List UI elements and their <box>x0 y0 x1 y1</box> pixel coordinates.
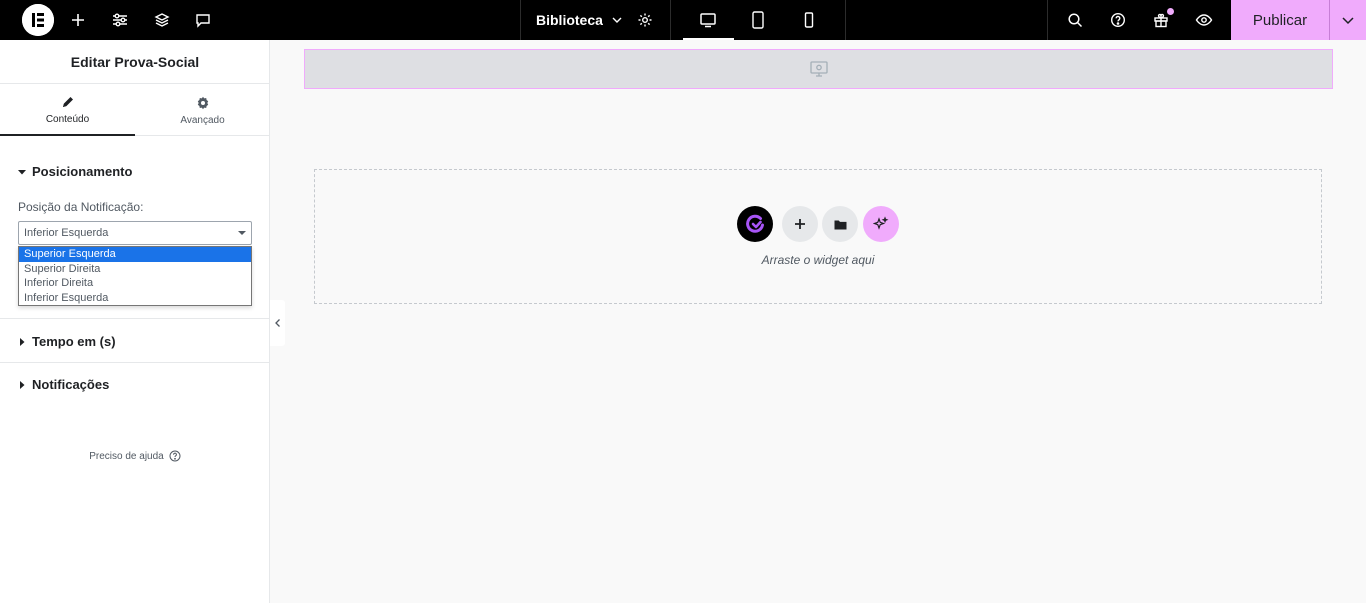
add-section-button[interactable] <box>782 206 818 242</box>
section-positioning[interactable]: Posicionamento <box>18 164 132 179</box>
toolbar-divider <box>845 0 846 40</box>
caret-down-icon <box>18 168 28 176</box>
add-template-button[interactable] <box>822 206 858 242</box>
tab-content[interactable]: Conteúdo <box>0 84 135 136</box>
panel-title: Editar Prova-Social <box>0 40 270 84</box>
panel-tabs: Conteúdo Avançado <box>0 84 270 136</box>
top-bar: Biblioteca Publicar <box>0 0 1366 40</box>
ai-generate-button[interactable] <box>863 206 899 242</box>
tablet-icon[interactable] <box>738 0 778 40</box>
help-icon <box>169 450 181 462</box>
position-select-value: Inferior Esquerda <box>24 227 109 239</box>
dropdown-option[interactable]: Superior Direita <box>19 262 251 277</box>
section-divider <box>0 318 270 319</box>
publish-label: Publicar <box>1252 11 1308 29</box>
notification-dot <box>1167 8 1174 15</box>
desktop-placeholder-icon <box>809 59 829 79</box>
position-select[interactable]: Inferior Esquerda <box>18 221 252 245</box>
eye-icon[interactable] <box>1184 0 1224 40</box>
toolbar-divider <box>1047 0 1048 40</box>
toolbar-divider <box>520 0 521 40</box>
header-section[interactable] <box>304 49 1333 89</box>
caret-right-icon <box>18 380 28 389</box>
search-icon[interactable] <box>1055 0 1095 40</box>
template-kit-button[interactable] <box>737 206 773 242</box>
widget-drop-zone[interactable] <box>314 169 1322 304</box>
select-arrow-icon <box>238 231 246 235</box>
settings-sliders-icon[interactable] <box>100 0 140 40</box>
section-notifications[interactable]: Notificações <box>18 377 109 392</box>
collapse-panel-button[interactable] <box>270 300 285 346</box>
library-button[interactable]: Biblioteca <box>536 0 623 40</box>
brand-logo-icon <box>744 213 766 235</box>
help-icon[interactable] <box>1098 0 1138 40</box>
gear-icon <box>196 95 210 111</box>
section-notifications-label: Notificações <box>32 377 110 392</box>
chevron-down-icon <box>1341 13 1355 27</box>
tab-content-label: Conteúdo <box>45 113 90 125</box>
active-device-indicator <box>683 38 734 40</box>
section-time[interactable]: Tempo em (s) <box>18 334 116 349</box>
dropdown-option[interactable]: Inferior Esquerda <box>19 291 251 306</box>
section-divider <box>0 362 270 363</box>
section-positioning-label: Posicionamento <box>32 164 133 179</box>
chevron-down-icon <box>611 14 623 26</box>
publish-button[interactable]: Publicar <box>1231 0 1329 40</box>
section-time-label: Tempo em (s) <box>32 334 116 349</box>
drop-hint: Arraste o widget aqui <box>761 253 875 267</box>
folder-icon <box>834 219 847 230</box>
editor-panel: Editar Prova-Social Conteúdo Avançado Po… <box>0 40 270 603</box>
toolbar-divider <box>670 0 671 40</box>
help-label: Preciso de ajuda <box>89 450 164 462</box>
publish-options-button[interactable] <box>1330 0 1366 40</box>
position-dropdown: Superior Esquerda Superior Direita Infer… <box>18 246 252 306</box>
elementor-logo-icon[interactable] <box>22 4 54 36</box>
tab-advanced[interactable]: Avançado <box>135 84 270 136</box>
position-field-label: Posição da Notificação: <box>18 200 144 214</box>
add-icon[interactable] <box>58 0 98 40</box>
chevron-left-icon <box>274 318 282 328</box>
dropdown-option[interactable]: Inferior Direita <box>19 276 251 291</box>
sparkle-icon <box>873 216 889 232</box>
desktop-icon[interactable] <box>688 0 728 40</box>
help-link[interactable]: Preciso de ajuda <box>0 450 270 462</box>
caret-right-icon <box>18 337 28 346</box>
add-icon <box>794 218 806 230</box>
comments-icon[interactable] <box>183 0 223 40</box>
pencil-icon <box>61 94 75 110</box>
gift-icon[interactable] <box>1141 0 1181 40</box>
layers-icon[interactable] <box>142 0 182 40</box>
library-label: Biblioteca <box>536 12 603 28</box>
mobile-icon[interactable] <box>789 0 829 40</box>
tab-advanced-label: Avançado <box>180 114 225 126</box>
dropdown-option[interactable]: Superior Esquerda <box>19 247 251 262</box>
gear-icon[interactable] <box>625 0 665 40</box>
